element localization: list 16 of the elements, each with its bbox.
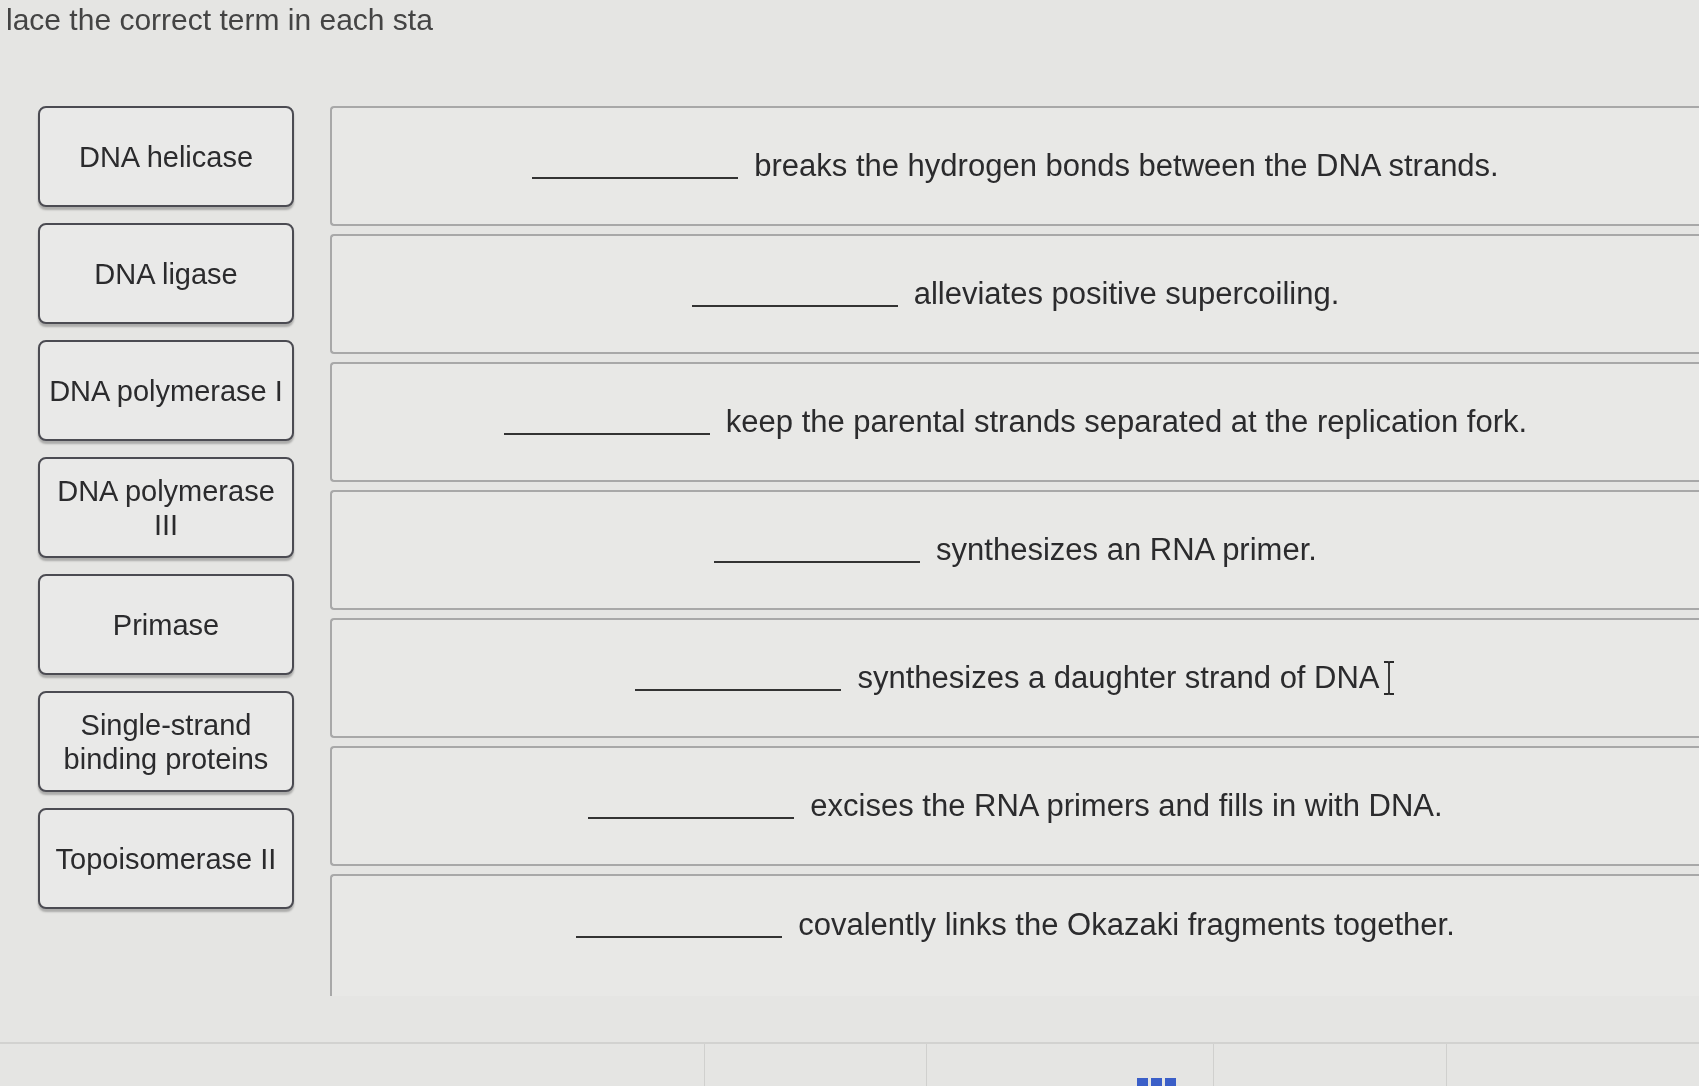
term-card[interactable]: DNA polymerase I bbox=[38, 340, 294, 441]
term-card[interactable]: DNA ligase bbox=[38, 223, 294, 324]
statement-text: alleviates positive supercoiling. bbox=[913, 275, 1340, 313]
statement-text: covalently links the Okazaki fragments together. bbox=[798, 906, 1455, 944]
term-card[interactable]: DNA polymerase III bbox=[38, 457, 294, 558]
squares-icon bbox=[1137, 1078, 1177, 1086]
statement-text: synthesizes an RNA primer. bbox=[936, 531, 1317, 569]
term-card[interactable]: Topoisomerase II bbox=[38, 808, 294, 909]
statement-text: breaks the hydrogen bonds between the DNA strands. bbox=[754, 147, 1499, 185]
statement-text: synthesizes a daughter strand of DNA bbox=[857, 659, 1380, 697]
term-card[interactable]: Primase bbox=[38, 574, 294, 675]
instruction-text: lace the correct term in each sta bbox=[5, 2, 433, 38]
term-card[interactable]: DNA helicase bbox=[38, 106, 294, 207]
term-card[interactable]: Single-strand binding proteins bbox=[38, 691, 294, 792]
statement-text: keep the parental strands separated at the replication fork. bbox=[725, 403, 1528, 441]
statement-text: excises the RNA primers and fills in with DNA. bbox=[810, 787, 1443, 825]
